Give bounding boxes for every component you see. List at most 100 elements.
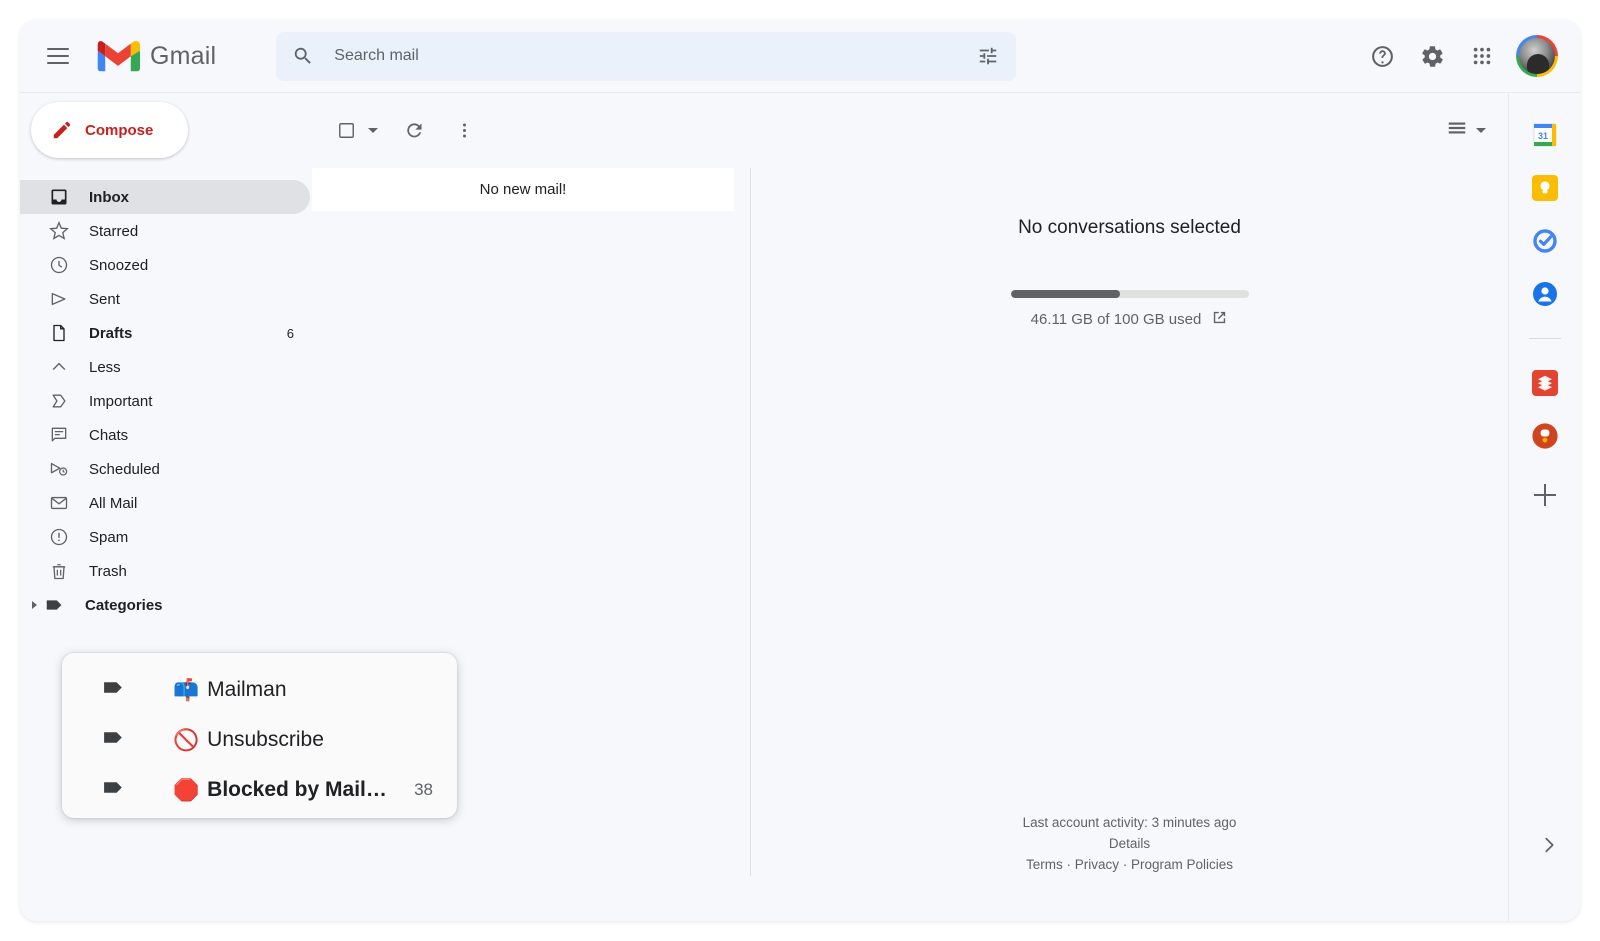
sidebar-item-snoozed[interactable]: Snoozed: [20, 248, 310, 282]
open-in-new-icon[interactable]: [1211, 309, 1228, 330]
terms-link[interactable]: Terms: [1026, 857, 1063, 872]
tune-options-icon[interactable]: [968, 36, 1008, 76]
checkbox-box-icon[interactable]: [326, 111, 366, 151]
app-title: Gmail: [150, 41, 217, 70]
sidebar-item-scheduled[interactable]: Scheduled: [20, 452, 310, 486]
scheduled-send-icon: [47, 457, 71, 481]
footer-separator: ·: [1062, 857, 1075, 872]
sidebar-label: Inbox: [89, 188, 129, 206]
sidebar-label: Less: [89, 358, 121, 376]
sidebar-item-spam[interactable]: Spam: [20, 520, 310, 554]
footer-links: Terms · Privacy · Program Policies: [751, 854, 1508, 875]
rail-divider: [1528, 338, 1561, 339]
reading-pane: No conversations selected 46.11 GB of 10…: [751, 168, 1508, 921]
chevron-down-icon[interactable]: [1476, 128, 1486, 133]
program-policies-link[interactable]: Program Policies: [1131, 857, 1233, 872]
select-all-checkbox[interactable]: [326, 111, 378, 151]
list-density-icon[interactable]: [1446, 117, 1468, 144]
mail-toolbar: [310, 93, 1508, 168]
important-label-icon: [47, 389, 71, 413]
last-account-activity: Last account activity: 3 minutes ago: [1022, 815, 1237, 830]
refresh-icon[interactable]: [394, 111, 434, 151]
gear-icon[interactable]: [1410, 34, 1454, 78]
sidebar-nav: Inbox Starred Snoozed Sent Drafts 6 Less…: [20, 180, 310, 622]
sidebar-label: Starred: [89, 222, 139, 240]
sidebar-item-categories[interactable]: Categories: [20, 588, 310, 622]
density-selector[interactable]: [1446, 117, 1508, 144]
sidebar-item-drafts[interactable]: Drafts 6: [20, 316, 310, 350]
no-conversations-title: No conversations selected: [1018, 217, 1241, 238]
google-keep-icon[interactable]: [1531, 175, 1558, 201]
label-tag-icon: [102, 675, 127, 705]
label-popup-item-label: Unsubscribe: [207, 728, 324, 751]
hamburger-menu-icon[interactable]: [34, 32, 82, 80]
help-circle-icon[interactable]: [1360, 34, 1404, 78]
top-bar-actions: [1360, 34, 1580, 78]
more-vertical-icon[interactable]: [444, 111, 484, 151]
label-tag-icon: [43, 593, 67, 617]
storage-usage-text: 46.11 GB of 100 GB used: [1030, 311, 1202, 328]
sidebar-label: All Mail: [89, 494, 138, 512]
label-popup-item-count: 38: [414, 780, 433, 799]
sidebar-label: Important: [89, 392, 153, 410]
calendar-day-number: 31: [1537, 131, 1547, 141]
label-tag-icon: [102, 725, 127, 755]
compose-label: Compose: [85, 121, 154, 139]
mail-list-empty-message: No new mail!: [312, 168, 734, 211]
send-icon: [47, 287, 71, 311]
avatar-image: [1519, 38, 1555, 74]
footer-separator: ·: [1118, 857, 1131, 872]
star-icon: [47, 219, 71, 243]
sidebar-item-sent[interactable]: Sent: [20, 282, 310, 316]
google-tasks-icon[interactable]: [1532, 228, 1558, 254]
label-popup-item-label: Blocked by Mail…: [207, 778, 387, 801]
sidebar-label: Spam: [89, 528, 129, 546]
sidebar-label: Snoozed: [89, 256, 149, 274]
sidebar-count: 6: [286, 325, 294, 341]
draft-file-icon: [47, 321, 71, 345]
sidebar-label: Categories: [85, 596, 163, 614]
storage-widget: 46.11 GB of 100 GB used: [1010, 290, 1249, 330]
sidebar-label: Trash: [89, 562, 127, 580]
stop-sign-emoji: 🛑: [173, 778, 200, 802]
apps-grid-icon[interactable]: [1460, 34, 1504, 78]
sidebar-item-starred[interactable]: Starred: [20, 214, 310, 248]
compose-button[interactable]: Compose: [31, 102, 188, 158]
user-avatar[interactable]: [1516, 35, 1558, 77]
storage-text-row: 46.11 GB of 100 GB used: [1011, 309, 1249, 330]
privacy-link[interactable]: Privacy: [1075, 857, 1119, 872]
google-calendar-icon[interactable]: 31: [1532, 122, 1558, 148]
pane-footer: Last account activity: 3 minutes ago Det…: [751, 812, 1508, 875]
storage-bar-fill: [1010, 290, 1121, 298]
mailbox-emoji: 📫: [173, 678, 200, 702]
details-link[interactable]: Details: [751, 833, 1508, 854]
google-contacts-icon[interactable]: [1532, 281, 1558, 307]
chat-bubble-icon: [47, 423, 71, 447]
chevron-right-icon[interactable]: [1538, 834, 1560, 861]
categories-label-popup: 📫 Mailman 🚫 Unsubscribe 🛑 Blocked by Mai…: [62, 653, 457, 818]
label-popup-item-blocked-by-mail[interactable]: 🛑 Blocked by Mail… 38: [62, 765, 457, 815]
triangle-right-icon[interactable]: [32, 601, 37, 609]
sidebar-item-trash[interactable]: Trash: [20, 554, 310, 588]
sidebar-label: Scheduled: [89, 460, 160, 478]
sidebar-label: Sent: [89, 290, 120, 308]
add-plus-icon[interactable]: [1530, 480, 1560, 510]
red-app-icon[interactable]: [1531, 423, 1558, 449]
inbox-icon: [47, 185, 71, 209]
search-bar[interactable]: [276, 31, 1017, 81]
sidebar-item-inbox[interactable]: Inbox: [20, 180, 310, 214]
sidebar-item-less[interactable]: Less: [20, 350, 310, 384]
sidebar-item-chats[interactable]: Chats: [20, 418, 310, 452]
label-popup-item-mailman[interactable]: 📫 Mailman: [62, 665, 457, 715]
search-input[interactable]: [332, 46, 969, 66]
top-app-bar: Gmail: [20, 20, 1580, 93]
label-popup-item-unsubscribe[interactable]: 🚫 Unsubscribe: [62, 715, 457, 765]
sidebar-label: Chats: [89, 426, 129, 444]
pencil-icon: [53, 121, 71, 139]
chevron-up-icon: [47, 355, 71, 379]
sidebar-item-all-mail[interactable]: All Mail: [20, 486, 310, 520]
label-popup-item-label: Mailman: [207, 678, 287, 701]
chevron-down-icon[interactable]: [368, 128, 378, 133]
sidebar-item-important[interactable]: Important: [20, 384, 310, 418]
todoist-icon[interactable]: [1531, 370, 1558, 396]
